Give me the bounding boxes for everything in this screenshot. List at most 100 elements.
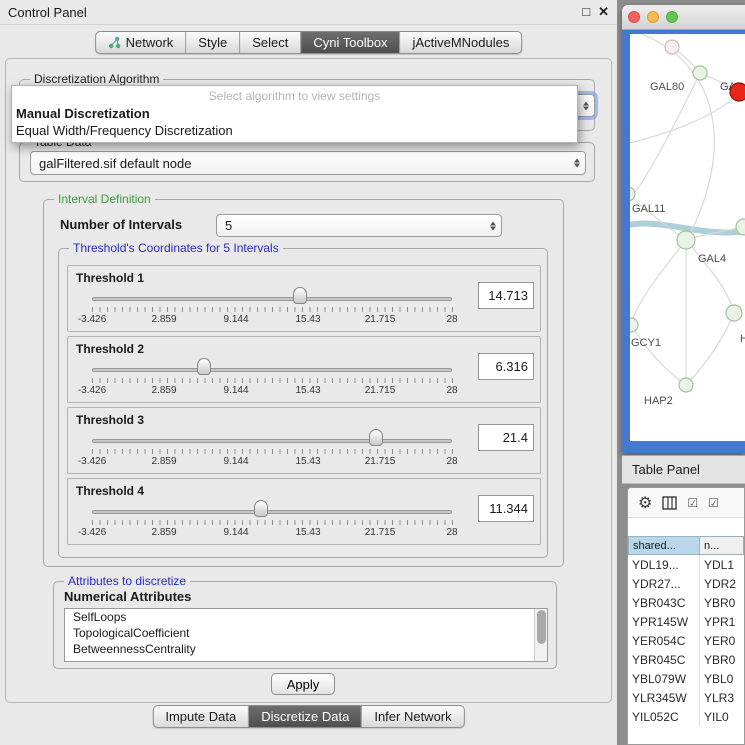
table-row[interactable]: YDL19...YDL1 — [628, 555, 744, 574]
slider-tick-marks — [92, 307, 453, 312]
tab-discretize-data[interactable]: Discretize Data — [248, 706, 361, 727]
table-cell[interactable]: YIL052C — [628, 707, 700, 726]
attribute-list-item[interactable]: SelfLoops — [65, 609, 534, 625]
table-row[interactable]: YDR27...YDR2 — [628, 574, 744, 593]
scale-tick-label: 28 — [446, 385, 457, 396]
table-cell[interactable]: YBR043C — [628, 593, 700, 612]
network-canvas[interactable]: GAL80 GA GAL11 GAL4 GCY1 HAP2 H — [630, 34, 745, 441]
threshold-slider-thumb[interactable] — [254, 500, 268, 517]
tab-impute-data[interactable]: Impute Data — [153, 706, 248, 727]
dropdown-option-manual[interactable]: Manual Discretization — [12, 105, 577, 122]
table-row[interactable]: YBR043CYBR0 — [628, 593, 744, 612]
table-data-combobox[interactable]: galFiltered.sif default node — [30, 151, 586, 175]
table-cell[interactable]: YLR345W — [628, 688, 700, 707]
table-row[interactable]: YER054CYER0 — [628, 631, 744, 650]
list-scrollbar[interactable] — [534, 609, 547, 661]
dropdown-option-equal-width[interactable]: Equal Width/Frequency Discretization — [12, 122, 577, 139]
network-node[interactable] — [693, 66, 707, 80]
threshold-label: Threshold 1 — [76, 271, 144, 285]
num-intervals-combobox[interactable]: 5 — [216, 214, 502, 237]
threshold-value-field[interactable]: 21.4 — [478, 424, 534, 451]
network-edge — [631, 240, 686, 325]
table-cell[interactable]: YDL19... — [628, 555, 700, 574]
attribute-list-item[interactable]: TopologicalCoefficient — [65, 625, 534, 641]
tab-network[interactable]: Network — [96, 32, 186, 53]
table-cell[interactable]: YBL0 — [700, 669, 744, 688]
threshold-slider-thumb[interactable] — [293, 287, 307, 304]
column-header-name[interactable]: n... — [700, 536, 744, 555]
network-node[interactable] — [677, 231, 695, 249]
table-cell[interactable]: YPR145W — [628, 612, 700, 631]
table-cell[interactable]: YBR0 — [700, 650, 744, 669]
threshold-slider-thumb[interactable] — [197, 358, 211, 375]
table-cell[interactable]: YIL0 — [700, 707, 744, 726]
table-cell[interactable]: YBL079W — [628, 669, 700, 688]
network-node[interactable] — [630, 318, 638, 332]
combo-value: 5 — [225, 218, 232, 233]
table-row[interactable]: YLR345WYLR3 — [628, 688, 744, 707]
scrollbar-thumb[interactable] — [537, 610, 546, 644]
table-cell[interactable]: YBR0 — [700, 593, 744, 612]
close-panel-button[interactable]: ✕ — [598, 4, 609, 20]
group-title: Discretization Algorithm — [30, 72, 163, 86]
table-row[interactable]: YPR145WYPR1 — [628, 612, 744, 631]
table-cell[interactable]: YBR045C — [628, 650, 700, 669]
tab-select[interactable]: Select — [239, 32, 300, 53]
attribute-list-item[interactable]: BetweennessCentrality — [65, 641, 534, 657]
tab-jactivemnodules[interactable]: jActiveMNodules — [400, 32, 522, 53]
panel-title: Control Panel — [8, 5, 87, 20]
apply-button[interactable]: Apply — [271, 673, 335, 695]
threshold-slider-track[interactable] — [92, 368, 452, 372]
zoom-window-button[interactable] — [666, 11, 678, 23]
table-row[interactable]: YIL052CYIL0 — [628, 707, 744, 726]
threshold-label: Threshold 2 — [76, 342, 144, 356]
table-cell[interactable]: YDL1 — [700, 555, 744, 574]
threshold-value-field[interactable]: 14.713 — [478, 282, 534, 309]
select-check-icon[interactable]: ☑ — [708, 496, 719, 510]
threshold-value-field[interactable]: 6.316 — [478, 353, 534, 380]
columns-icon[interactable] — [662, 496, 677, 510]
control-panel-titlebar: Control Panel □ ✕ — [0, 0, 617, 25]
table-cell[interactable]: YLR3 — [700, 688, 744, 707]
minimize-window-button[interactable] — [647, 11, 659, 23]
group-title: Threshold's Coordinates for 5 Intervals — [69, 241, 283, 255]
combo-stepper-icon — [490, 221, 496, 230]
table-row[interactable]: YBR045CYBR0 — [628, 650, 744, 669]
scale-tick-label: 2.859 — [151, 527, 176, 538]
close-window-button[interactable] — [628, 11, 640, 23]
slider-scale-labels: -3.4262.8599.14415.4321.71528 — [92, 314, 452, 326]
select-check-icon[interactable]: ☑ — [687, 496, 698, 510]
gear-icon[interactable]: ⚙ — [638, 493, 652, 513]
table-cell[interactable]: YER054C — [628, 631, 700, 650]
thresholds-group: Threshold's Coordinates for 5 Intervals … — [58, 248, 548, 558]
table-cell[interactable]: YPR1 — [700, 612, 744, 631]
tab-label: Network — [126, 35, 174, 50]
table-cell[interactable]: YDR2 — [700, 574, 744, 593]
tab-label: Infer Network — [374, 709, 451, 724]
threshold-slider-thumb[interactable] — [369, 429, 383, 446]
scale-tick-label: -3.426 — [78, 456, 106, 467]
column-header-shared-name[interactable]: shared... — [628, 536, 700, 555]
table-cell[interactable]: YER0 — [700, 631, 744, 650]
highlighted-node[interactable] — [730, 83, 745, 101]
network-node[interactable] — [665, 40, 679, 54]
threshold-label: Threshold 3 — [76, 413, 144, 427]
threshold-slider-track[interactable] — [92, 297, 452, 301]
network-node[interactable] — [726, 305, 742, 321]
table-cell[interactable]: YDR27... — [628, 574, 700, 593]
tab-infer-network[interactable]: Infer Network — [361, 706, 463, 727]
threshold-value-field[interactable]: 11.344 — [478, 495, 534, 522]
threshold-slider-track[interactable] — [92, 510, 452, 514]
threshold-2-panel: Threshold 2 -3.4262.8599.14415.4321.7152… — [67, 336, 541, 403]
threshold-slider-track[interactable] — [92, 439, 452, 443]
float-window-button[interactable]: □ — [582, 4, 590, 20]
table-row[interactable]: YBL079WYBL0 — [628, 669, 744, 688]
network-node[interactable] — [679, 378, 693, 392]
tab-cyni-toolbox[interactable]: Cyni Toolbox — [300, 32, 399, 53]
cyni-mode-tabs: Impute Data Discretize Data Infer Networ… — [152, 705, 464, 728]
tab-style[interactable]: Style — [185, 32, 239, 53]
scale-tick-label: 21.715 — [365, 314, 396, 325]
cyni-toolbox-panel: Discretization Algorithm Select algorith… — [5, 58, 612, 703]
slider-scale-labels: -3.4262.8599.14415.4321.71528 — [92, 527, 452, 539]
scale-tick-label: 15.43 — [295, 314, 320, 325]
